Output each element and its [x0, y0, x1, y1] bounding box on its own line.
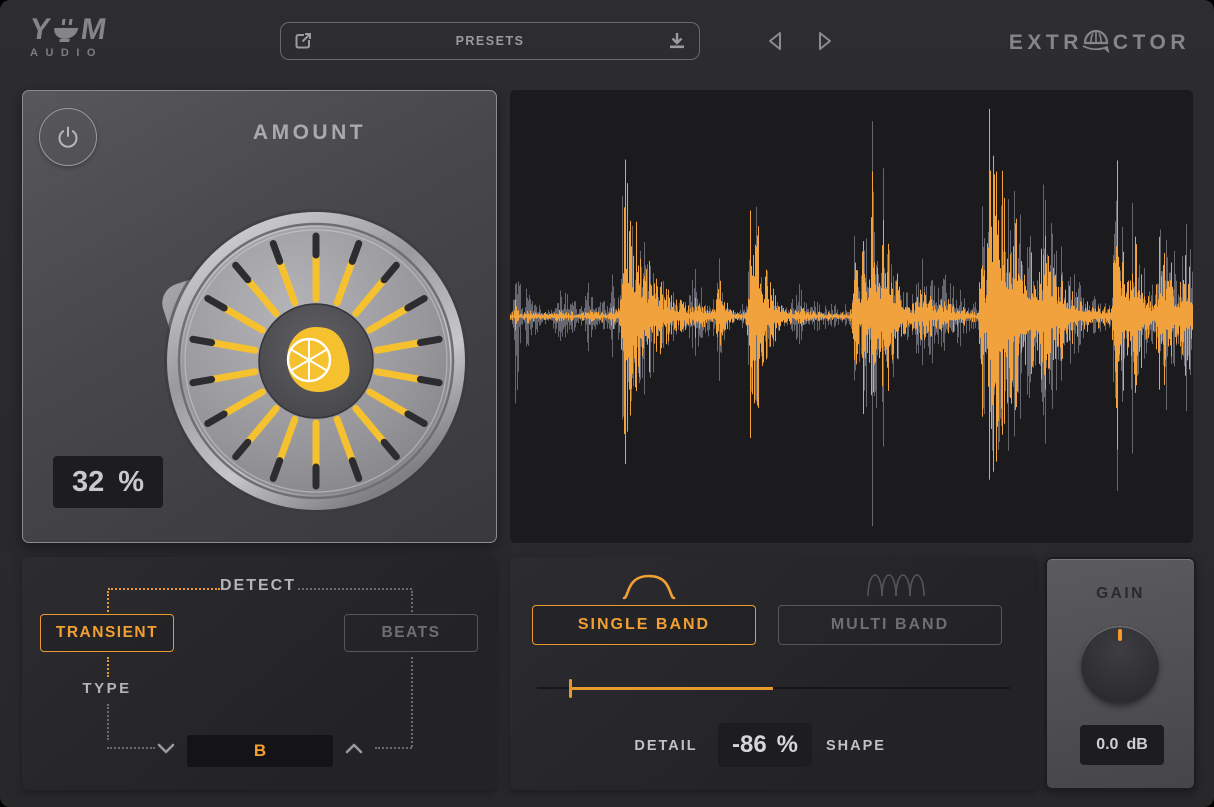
single-band-label: SINGLE BAND	[578, 616, 710, 634]
detail-slider-track[interactable]	[537, 687, 1010, 689]
download-icon[interactable]	[667, 31, 687, 51]
header-bar: Y M AUDIO PRESETS	[0, 0, 1214, 88]
amount-value: 32	[72, 466, 104, 499]
single-band-button[interactable]: SINGLE BAND	[532, 605, 756, 645]
transient-label: TRANSIENT	[56, 624, 158, 642]
band-panel: SINGLE BAND MULTI BAND DETAIL -86 % SHAP…	[510, 557, 1037, 790]
amount-knob[interactable]	[156, 201, 476, 521]
detail-slider-fill	[570, 687, 773, 690]
brand-letter-m: M	[79, 16, 109, 44]
presets-label[interactable]: PRESETS	[313, 34, 667, 48]
detect-title: DETECT	[182, 577, 334, 595]
type-up-button[interactable]	[344, 741, 364, 757]
connector-dotted	[375, 747, 412, 749]
plugin-window: Y M AUDIO PRESETS	[0, 0, 1214, 807]
type-down-button[interactable]	[156, 741, 176, 757]
yum-audio-logo: Y M AUDIO	[30, 16, 107, 59]
multi-band-label: MULTI BAND	[831, 616, 949, 634]
detect-panel: DETECT TRANSIENT BEATS TYPE B	[22, 557, 497, 790]
gain-value-display[interactable]: 0.0 dB	[1080, 725, 1164, 765]
gain-title: GAIN	[1047, 585, 1194, 603]
external-link-icon[interactable]	[293, 31, 313, 51]
type-label: TYPE	[62, 680, 152, 697]
connector-dotted	[107, 591, 109, 612]
juicer-icon	[1081, 28, 1111, 58]
detail-unit: %	[777, 731, 798, 759]
gain-knob-indicator	[1118, 629, 1122, 641]
brand-letter-y: Y	[28, 16, 53, 44]
gain-unit: dB	[1126, 736, 1147, 754]
amount-title: AMOUNT	[143, 121, 476, 145]
brand-wordmark: Y M	[28, 16, 109, 44]
product-text-right: CTOR	[1113, 31, 1190, 55]
connector-dotted	[298, 588, 412, 590]
gain-panel: GAIN 0.0 dB	[1045, 557, 1196, 790]
preset-prev-button[interactable]	[765, 30, 787, 52]
waveform-canvas	[510, 90, 1193, 543]
shape-label: SHAPE	[806, 738, 906, 754]
detail-slider-handle[interactable]	[569, 679, 572, 698]
detail-value: -86	[732, 731, 767, 759]
preset-next-button[interactable]	[813, 30, 835, 52]
presets-bar[interactable]: PRESETS	[280, 22, 700, 60]
beats-button[interactable]: BEATS	[344, 614, 478, 652]
connector-dotted	[107, 704, 109, 740]
connector-dotted	[108, 588, 220, 590]
amount-unit: %	[118, 466, 144, 499]
waveform-display	[510, 90, 1193, 543]
connector-dotted	[107, 747, 155, 749]
connector-dotted	[107, 657, 109, 677]
brand-subtitle: AUDIO	[30, 47, 107, 59]
single-band-icon	[621, 569, 677, 601]
detail-label: DETAIL	[616, 738, 716, 754]
multi-band-icon	[864, 572, 928, 598]
type-value-display[interactable]: B	[187, 735, 333, 767]
connector-dotted	[411, 657, 413, 747]
gain-value: 0.0	[1096, 736, 1118, 754]
bowl-icon	[51, 18, 81, 44]
product-text-left: EXTR	[1009, 31, 1083, 55]
beats-label: BEATS	[382, 624, 441, 642]
gain-knob[interactable]	[1081, 626, 1159, 704]
amount-panel: AMOUNT	[22, 90, 497, 543]
multi-band-button[interactable]: MULTI BAND	[778, 605, 1002, 645]
power-button[interactable]	[39, 108, 97, 166]
detail-value-display[interactable]: -86 %	[718, 723, 812, 767]
power-icon	[56, 125, 80, 149]
extractor-logo: EXTR CTOR	[1009, 28, 1190, 58]
type-value: B	[254, 741, 266, 761]
amount-value-display[interactable]: 32 %	[53, 456, 163, 508]
transient-button[interactable]: TRANSIENT	[40, 614, 174, 652]
connector-dotted	[411, 591, 413, 612]
